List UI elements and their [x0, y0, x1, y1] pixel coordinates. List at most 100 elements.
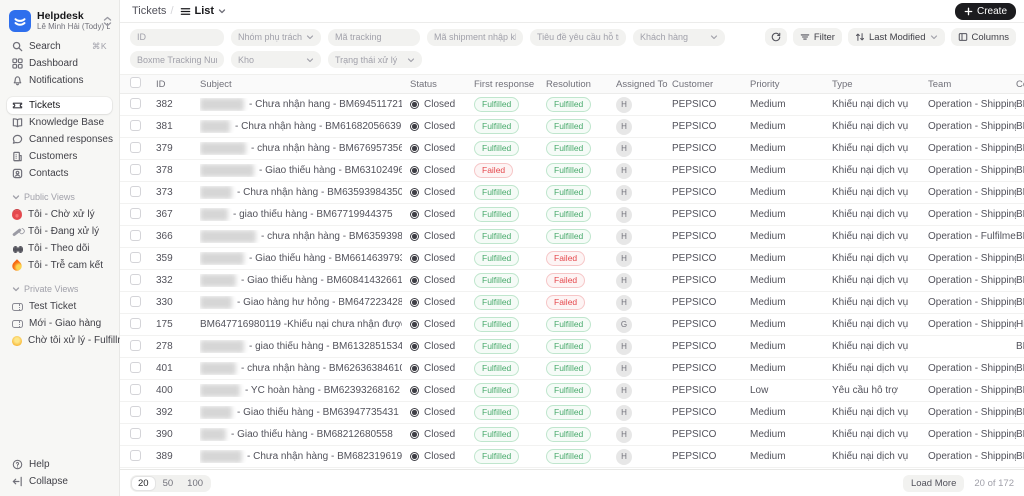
row-checkbox[interactable]	[130, 251, 141, 263]
row-checkbox[interactable]	[130, 141, 141, 153]
sidebar-view-item[interactable]: Test Ticket	[7, 298, 112, 315]
refresh-button[interactable]	[764, 28, 787, 46]
filter-input[interactable]	[130, 51, 224, 68]
table-row[interactable]: 400 - YC hoàn hàng - BM62393268162 Close…	[120, 380, 1024, 402]
table-row[interactable]: 359 - Giao thiếu hàng - BM66146397934 Cl…	[120, 248, 1024, 270]
sidebar-view-item[interactable]: Tôi - Trễ cam kết	[7, 257, 112, 274]
table-row[interactable]: 379 - chưa nhận hàng - BM67695735610 Clo…	[120, 138, 1024, 160]
sidebar-item-search[interactable]: Search ⌘K	[7, 38, 112, 55]
page-size-20[interactable]: 20	[132, 476, 155, 490]
page-size-100[interactable]: 100	[181, 477, 209, 490]
sidebar-item-contacts[interactable]: Contacts	[7, 165, 112, 182]
column-header-first-response[interactable]: First response	[474, 79, 546, 90]
ticket-subject[interactable]: - Giao thiếu hàng - BM60841432661	[200, 274, 410, 287]
table-row[interactable]: 278 - giao thiếu hàng - BM613285153468 C…	[120, 336, 1024, 358]
column-header-assigned-to[interactable]: Assigned To	[616, 79, 672, 90]
row-checkbox[interactable]	[130, 163, 141, 175]
table-row[interactable]: 390 - Giao thiếu hàng - BM68212680558 Cl…	[120, 424, 1024, 446]
sidebar-view-item[interactable]: Chờ tôi xử lý - Fulfillment	[7, 332, 140, 349]
row-checkbox[interactable]	[130, 361, 141, 373]
row-checkbox[interactable]	[130, 449, 141, 461]
ticket-subject[interactable]: - Chưa nhận hàng - BM63593984350	[200, 186, 410, 199]
sidebar-item-dashboard[interactable]: Dashboard	[7, 55, 112, 72]
ticket-subject[interactable]: - giao thiếu hàng - BM613285153468	[200, 340, 410, 353]
table-row[interactable]: 389 - Chưa nhận hàng - BM682319619663 Cl…	[120, 446, 1024, 468]
ticket-subject[interactable]: - Chưa nhận hàng - BM61682056639	[200, 120, 410, 133]
sidebar-view-item[interactable]: Tôi - Chờ xử lý	[7, 206, 112, 223]
ticket-subject[interactable]: BM647716980119 -Khiếu nại chưa nhận được…	[200, 319, 410, 330]
breadcrumb[interactable]: Tickets	[132, 5, 166, 17]
filter-input[interactable]	[328, 28, 420, 46]
ticket-subject[interactable]: - Giao thiếu hàng - BM66146397934	[200, 252, 410, 265]
column-header-subject[interactable]: Subject	[200, 79, 410, 90]
column-header-customer[interactable]: Customer	[672, 79, 750, 90]
row-checkbox[interactable]	[130, 119, 141, 131]
sidebar-item-canned-responses[interactable]: Canned responses	[7, 131, 113, 148]
ticket-subject[interactable]: - Giao hàng hư hỏng - BM64722342870	[200, 296, 410, 309]
table-row[interactable]: 332 - Giao thiếu hàng - BM60841432661 Cl…	[120, 270, 1024, 292]
sidebar-view-item[interactable]: Mới - Giao hàng	[7, 315, 112, 332]
row-checkbox[interactable]	[130, 207, 141, 219]
filter-select[interactable]: Nhóm phụ trách	[231, 28, 321, 46]
sidebar-item-tickets[interactable]: Tickets	[7, 97, 112, 114]
column-header-type[interactable]: Type	[832, 79, 928, 90]
ticket-subject[interactable]: - chưa nhận hàng - BM63593984350	[200, 230, 410, 243]
row-checkbox[interactable]	[130, 383, 141, 395]
filter-select[interactable]: Khách hàng	[633, 28, 725, 46]
sort-button[interactable]: Last Modified	[847, 28, 945, 46]
filter-button[interactable]: Filter	[792, 28, 842, 46]
load-more-button[interactable]: Load More	[902, 474, 965, 492]
sidebar-item-customers[interactable]: Customers	[7, 148, 112, 165]
filter-select[interactable]: Kho	[231, 51, 321, 68]
ticket-subject[interactable]: - Giao thiếu hàng - BM631024966246	[200, 164, 410, 177]
ticket-subject[interactable]: - Giao thiếu hàng - BM68212680558	[200, 428, 410, 441]
column-header-id[interactable]: ID	[156, 79, 200, 90]
row-checkbox[interactable]	[130, 97, 141, 109]
column-header-team[interactable]: Team	[928, 79, 1016, 90]
table-row[interactable]: 378 - Giao thiếu hàng - BM631024966246 C…	[120, 160, 1024, 182]
column-header-status[interactable]: Status	[410, 79, 474, 90]
column-header-resolution[interactable]: Resolution	[546, 79, 616, 90]
row-checkbox[interactable]	[130, 185, 141, 197]
table-row[interactable]: 175 BM647716980119 -Khiếu nại chưa nhận …	[120, 314, 1024, 336]
table-row[interactable]: 373 - Chưa nhận hàng - BM63593984350 Clo…	[120, 182, 1024, 204]
private-views-header[interactable]: Private Views	[7, 280, 112, 298]
view-switcher[interactable]: List	[180, 5, 227, 17]
filter-input[interactable]	[530, 28, 626, 46]
filter-input[interactable]	[427, 28, 523, 46]
sidebar-item-collapse[interactable]: Collapse	[7, 473, 112, 490]
filter-select[interactable]: Trạng thái xử lý	[328, 51, 422, 68]
page-size-50[interactable]: 50	[157, 477, 180, 490]
sidebar-view-item[interactable]: Tôi - Theo dõi	[7, 240, 112, 257]
table-row[interactable]: 367 - giao thiếu hàng - BM67719944375 Cl…	[120, 204, 1024, 226]
column-header-priority[interactable]: Priority	[750, 79, 832, 90]
sidebar-item-knowledge-base[interactable]: Knowledge Base	[7, 114, 112, 131]
filter-input[interactable]	[130, 28, 224, 46]
row-checkbox[interactable]	[130, 295, 141, 307]
row-checkbox[interactable]	[130, 273, 141, 285]
ticket-subject[interactable]: - Chưa nhận hang - BM694511721527	[200, 98, 410, 111]
sidebar-item-notifications[interactable]: Notifications	[7, 72, 112, 89]
table-row[interactable]: 381 - Chưa nhận hàng - BM61682056639 Clo…	[120, 116, 1024, 138]
ticket-subject[interactable]: - Giao thiếu hàng - BM63947735431	[200, 406, 410, 419]
table-row[interactable]: 366 - chưa nhận hàng - BM63593984350 Clo…	[120, 226, 1024, 248]
select-all-checkbox[interactable]	[130, 77, 141, 88]
ticket-subject[interactable]: - chưa nhận hàng - BM626363846106	[200, 362, 410, 375]
row-checkbox[interactable]	[130, 405, 141, 417]
ticket-subject[interactable]: - YC hoàn hàng - BM62393268162	[200, 384, 410, 397]
sidebar-item-help[interactable]: Help	[7, 456, 112, 473]
ticket-subject[interactable]: - Chưa nhận hàng - BM682319619663	[200, 450, 410, 463]
ticket-subject[interactable]: - giao thiếu hàng - BM67719944375	[200, 208, 410, 221]
table-row[interactable]: 401 - chưa nhận hàng - BM626363846106 Cl…	[120, 358, 1024, 380]
row-checkbox[interactable]	[130, 317, 141, 329]
row-checkbox[interactable]	[130, 427, 141, 439]
table-row[interactable]: 382 - Chưa nhận hang - BM694511721527 Cl…	[120, 94, 1024, 116]
workspace-switcher[interactable]: Helpdesk Lê Minh Hải (Tody) Lê	[7, 8, 112, 38]
create-button[interactable]: Create	[954, 2, 1016, 20]
table-row[interactable]: 330 - Giao hàng hư hỏng - BM64722342870 …	[120, 292, 1024, 314]
table-row[interactable]: 392 - Giao thiếu hàng - BM63947735431 Cl…	[120, 402, 1024, 424]
public-views-header[interactable]: Public Views	[7, 188, 112, 206]
column-header-clipped[interactable]: Co	[1016, 79, 1024, 90]
sidebar-view-item[interactable]: Tôi - Đang xử lý	[7, 223, 112, 240]
row-checkbox[interactable]	[130, 229, 141, 241]
